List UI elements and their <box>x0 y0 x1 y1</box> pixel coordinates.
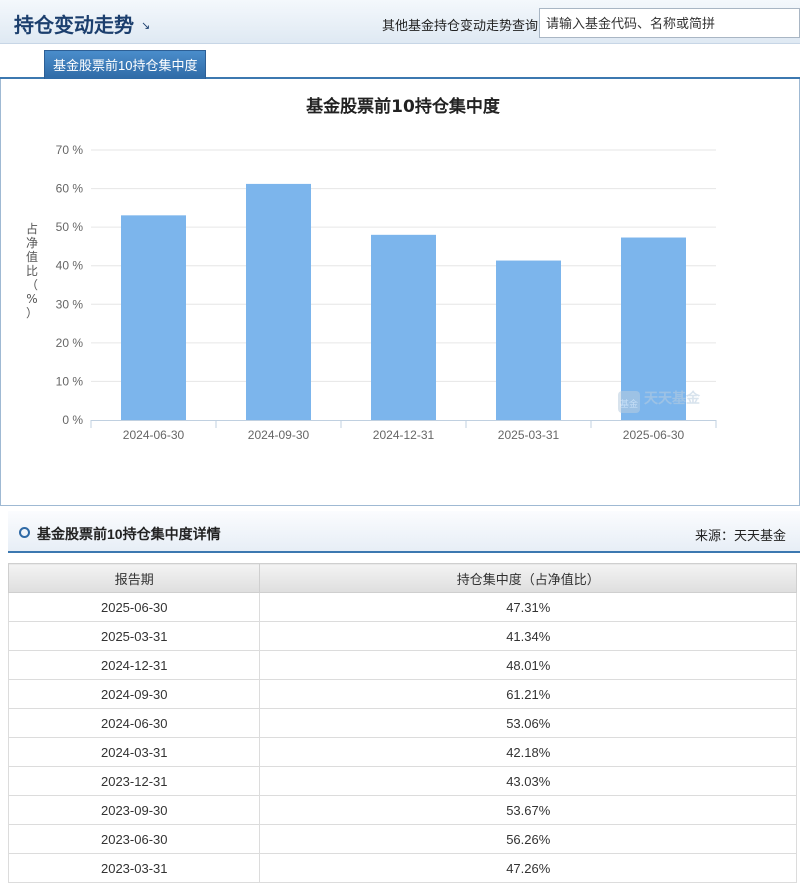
table-row: 2025-03-31 41.34% <box>7 621 797 651</box>
table-row: 2023-09-30 53.67% <box>7 795 797 825</box>
cell-period: 2024-06-30 <box>7 708 261 738</box>
detail-section-header: 基金股票前10持仓集中度详情 来源：天天基金 <box>8 511 800 553</box>
column-header-concentration: 持仓集中度（占净值比） <box>259 563 797 593</box>
y-tick-label: 50 % <box>56 220 84 234</box>
bar[interactable] <box>496 260 561 420</box>
bar[interactable] <box>371 234 436 420</box>
cell-period: 2023-06-30 <box>7 824 261 854</box>
cell-concentration: 43.03% <box>259 766 797 796</box>
cell-period: 2025-06-30 <box>7 592 261 622</box>
y-tick-label: 0 % <box>62 413 83 427</box>
table-row: 2024-09-30 61.21% <box>7 679 797 709</box>
x-tick-label: 2024-09-30 <box>248 428 310 442</box>
expand-arrow-icon[interactable]: ↘ <box>141 19 150 32</box>
tab-bar: 基金股票前10持仓集中度 <box>0 44 800 79</box>
cell-concentration: 47.26% <box>259 853 797 883</box>
chart-panel: 基金股票前10持仓集中度 0 % 10 % 20 % 30 % 40 % 50 % 60 %… <box>0 79 800 506</box>
table-row: 2024-12-31 48.01% <box>7 650 797 680</box>
svg-text:基金: 基金 <box>620 398 638 410</box>
cell-concentration: 53.06% <box>259 708 797 738</box>
svg-text:天天基金: 天天基金 <box>644 390 701 407</box>
search-label: 其他基金持仓变动走势查询: <box>382 18 542 33</box>
cell-period: 2024-09-30 <box>7 679 261 709</box>
cell-period: 2024-03-31 <box>7 737 261 767</box>
cell-concentration: 56.26% <box>259 824 797 854</box>
x-tick-label: 2025-03-31 <box>498 428 560 442</box>
y-tick-label: 20 % <box>56 336 84 350</box>
concentration-bar-chart: 基金股票前10持仓集中度 0 % 10 % 20 % 30 % 40 % 50 % 60 %… <box>26 96 717 442</box>
page-title: 持仓变动走势 <box>14 13 134 37</box>
table-row: 2025-06-30 47.31% <box>7 592 797 622</box>
page-header: 持仓变动走势 ↘ 其他基金持仓变动走势查询: <box>0 0 800 44</box>
data-source: 来源：天天基金 <box>694 528 786 543</box>
table-row: 2024-03-31 42.18% <box>7 737 797 767</box>
bar[interactable] <box>121 215 186 420</box>
concentration-table: 报告期 持仓集中度（占净值比） 2025-06-30 47.31% 2025-03-… <box>7 563 797 883</box>
column-header-period: 报告期 <box>7 563 261 593</box>
x-tick-label: 2024-06-30 <box>123 428 185 442</box>
chart-title: 基金股票前10持仓集中度 <box>305 96 501 117</box>
bar[interactable] <box>246 183 311 420</box>
cell-period: 2025-03-31 <box>7 621 261 651</box>
table-row: 2023-12-31 43.03% <box>7 766 797 796</box>
cell-concentration: 61.21% <box>259 679 797 709</box>
cell-period: 2024-12-31 <box>7 650 261 680</box>
tab-top10-concentration[interactable]: 基金股票前10持仓集中度 <box>44 50 207 79</box>
table-row: 2024-06-30 53.06% <box>7 708 797 738</box>
cell-period: 2023-12-31 <box>7 766 261 796</box>
fund-search-input[interactable] <box>539 8 800 38</box>
cell-concentration: 53.67% <box>259 795 797 825</box>
cell-concentration: 41.34% <box>259 621 797 651</box>
detail-title: 基金股票前10持仓集中度详情 <box>37 526 221 542</box>
cell-concentration: 47.31% <box>259 592 797 622</box>
y-tick-label: 30 % <box>56 297 84 311</box>
table-row: 2023-03-31 47.26% <box>7 853 797 883</box>
y-tick-label: 10 % <box>56 374 84 388</box>
y-axis-label: 占净值比（%） <box>26 221 38 320</box>
y-tick-label: 70 % <box>56 143 84 157</box>
y-tick-label: 40 % <box>56 259 84 273</box>
cell-concentration: 42.18% <box>259 737 797 767</box>
y-tick-label: 60 % <box>56 182 84 196</box>
circle-bullet-icon <box>19 527 30 538</box>
x-tick-label: 2025-06-30 <box>623 428 685 442</box>
cell-concentration: 48.01% <box>259 650 797 680</box>
cell-period: 2023-09-30 <box>7 795 261 825</box>
table-row: 2023-06-30 56.26% <box>7 824 797 854</box>
x-tick-label: 2024-12-31 <box>373 428 435 442</box>
cell-period: 2023-03-31 <box>7 853 261 883</box>
